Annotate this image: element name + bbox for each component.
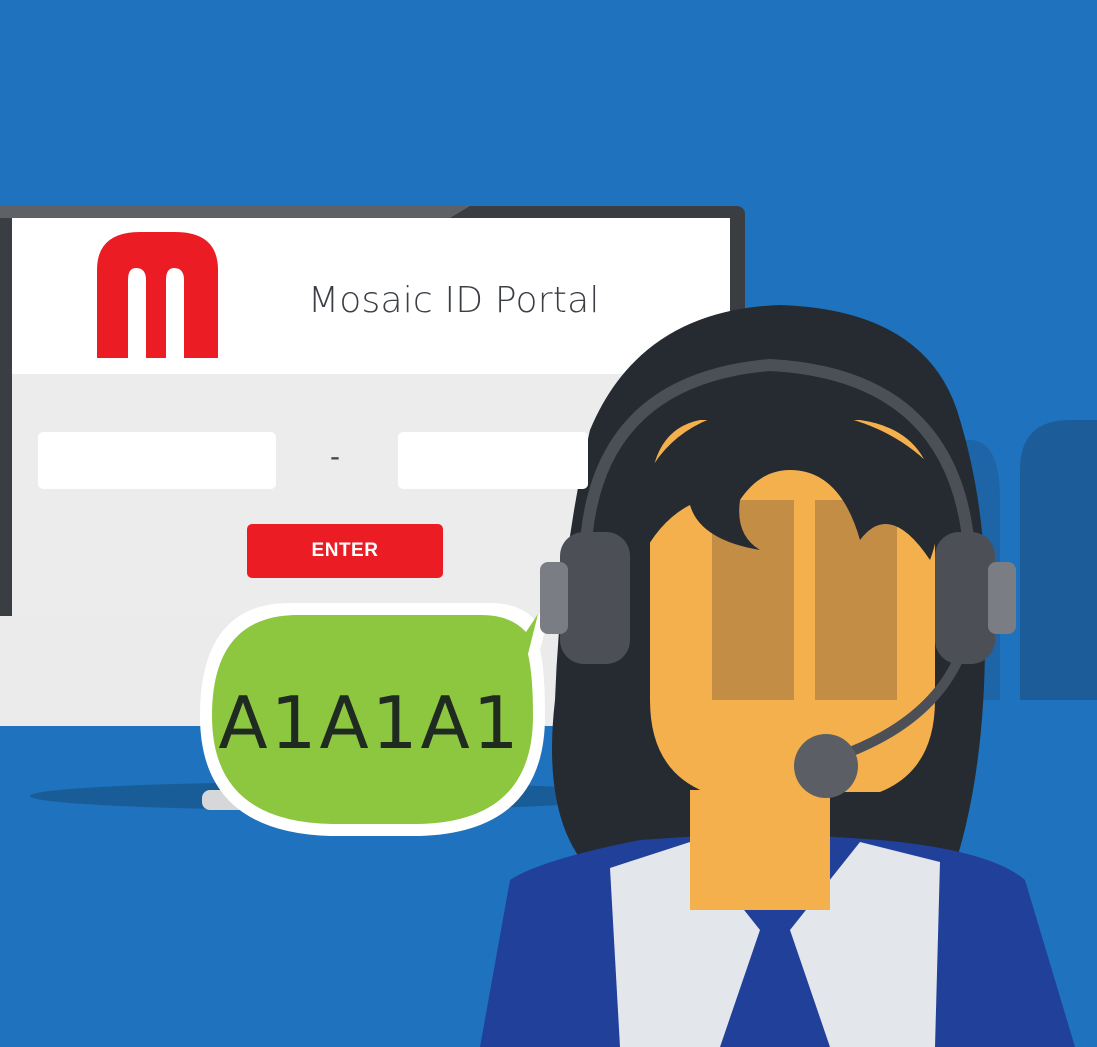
portal-title: Mosaic ID Portal <box>308 280 600 321</box>
id-separator: - <box>330 440 340 473</box>
speech-bubble-text: A1A1A1 <box>218 681 522 765</box>
microphone-icon <box>794 734 858 798</box>
mosaic-m-logo-icon <box>97 232 218 358</box>
id-input-part-1[interactable] <box>38 432 276 489</box>
support-illustration: Mosaic ID Portal - ENTER A1A1A1 <box>0 0 1097 1047</box>
right-ear-cup <box>935 532 995 664</box>
left-ear-cup <box>560 532 630 664</box>
id-input-part-2[interactable] <box>398 432 588 489</box>
scene-background <box>0 0 1097 1047</box>
enter-button[interactable]: ENTER <box>247 524 443 578</box>
